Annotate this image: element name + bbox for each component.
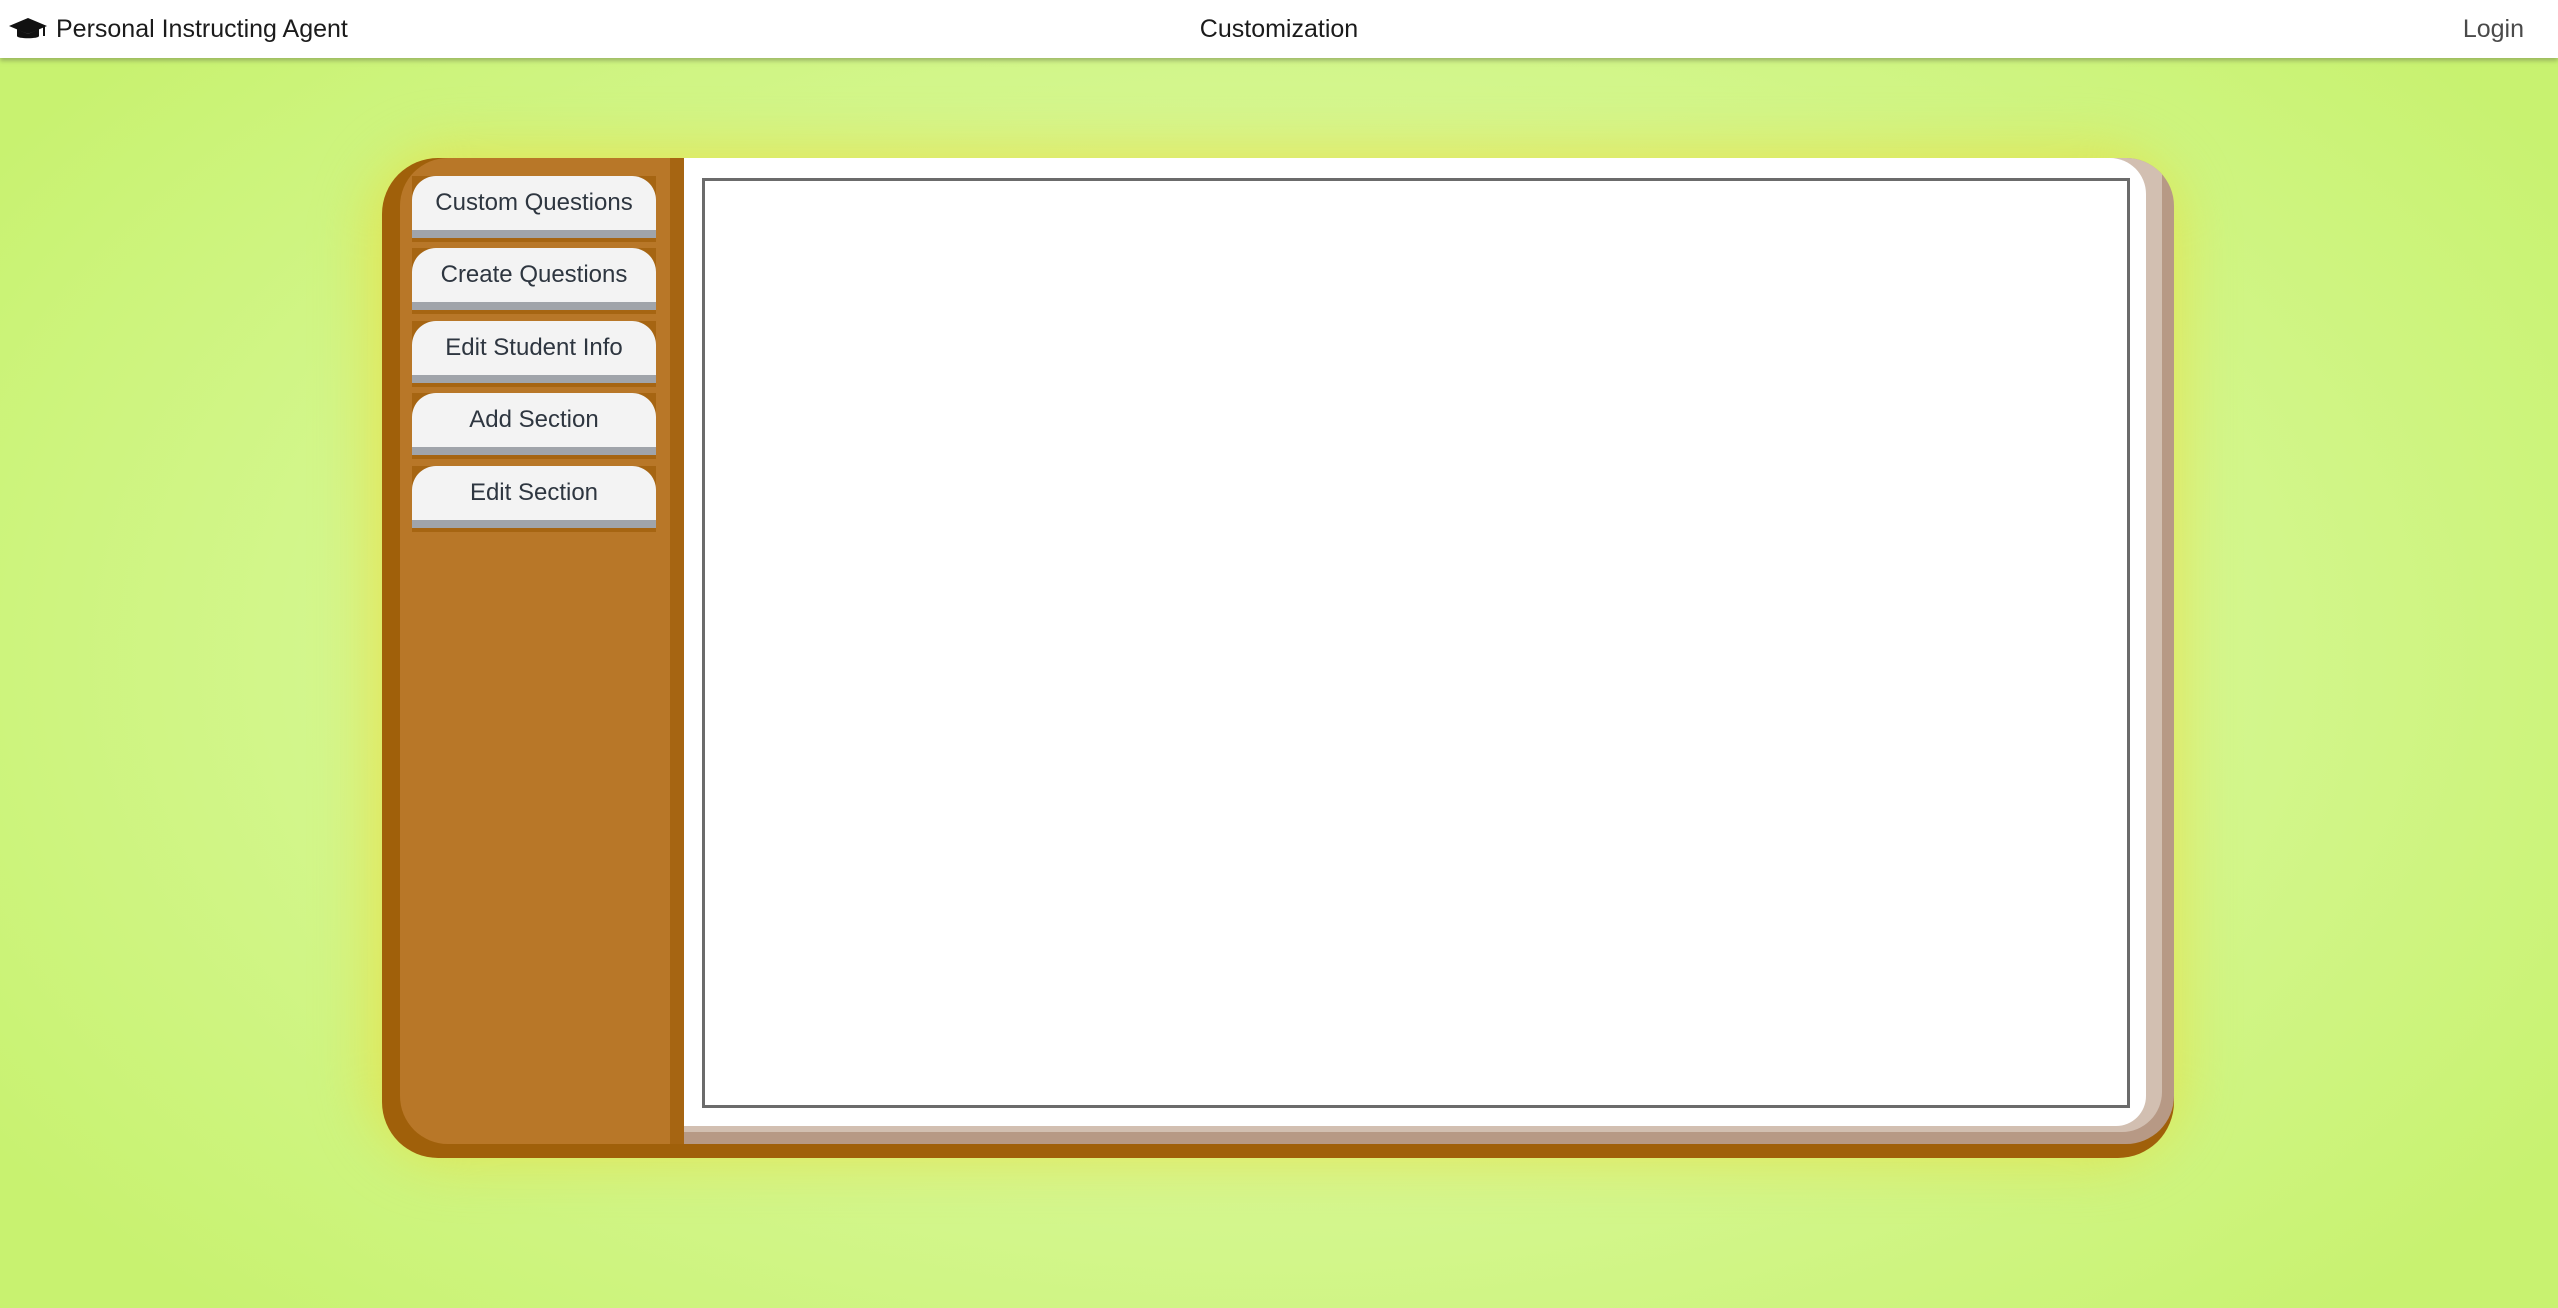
tab-custom-questions[interactable]: Custom Questions: [412, 176, 656, 242]
content-page: [684, 158, 2146, 1126]
brand[interactable]: Personal Instructing Agent: [8, 0, 348, 58]
tab-add-section[interactable]: Add Section: [412, 393, 656, 459]
tab-label: Edit Student Info: [412, 321, 656, 375]
tab-label: Custom Questions: [412, 176, 656, 230]
tab-underline: [412, 520, 656, 528]
page-stack: [684, 158, 2174, 1144]
tab-label: Add Section: [412, 393, 656, 447]
tab-underline: [412, 230, 656, 238]
top-navbar: Personal Instructing Agent Customization…: [0, 0, 2558, 58]
tab-edit-section[interactable]: Edit Section: [412, 466, 656, 532]
login-link[interactable]: Login: [2463, 0, 2524, 58]
tab-label: Edit Section: [412, 466, 656, 520]
tab-underline: [412, 375, 656, 383]
content-frame[interactable]: [702, 178, 2130, 1108]
sidebar-divider: [670, 158, 684, 1144]
brand-name: Personal Instructing Agent: [56, 14, 348, 43]
tab-underline: [412, 302, 656, 310]
tab-label: Create Questions: [412, 248, 656, 302]
tab-edit-student-info[interactable]: Edit Student Info: [412, 321, 656, 387]
graduation-cap-icon: [9, 18, 47, 39]
book-panel: [400, 158, 2174, 1144]
page-title: Customization: [1199, 15, 1359, 43]
tab-create-questions[interactable]: Create Questions: [412, 248, 656, 314]
tab-underline: [412, 447, 656, 455]
